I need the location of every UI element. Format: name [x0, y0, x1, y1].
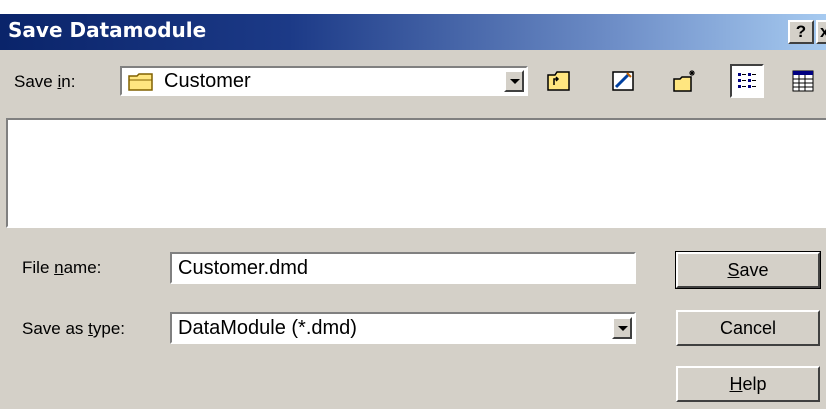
dialog-title: Save Datamodule [8, 18, 207, 42]
close-icon: x [820, 22, 826, 41]
favorites-button[interactable] [606, 64, 640, 98]
favorites-icon [612, 71, 634, 91]
list-view-icon [738, 73, 756, 88]
up-one-level-button[interactable] [542, 64, 576, 98]
save-as-type-dropdown-button[interactable] [612, 317, 632, 339]
save-in-combo[interactable]: Customer [120, 66, 528, 96]
new-folder-icon [673, 70, 695, 92]
save-as-type-value: DataModule (*.dmd) [178, 317, 357, 339]
folder-icon [128, 72, 154, 97]
new-folder-button[interactable] [668, 64, 702, 98]
help-title-button[interactable]: ? [788, 20, 814, 44]
file-name-value: Customer.dmd [178, 257, 309, 279]
up-one-level-icon [547, 71, 570, 91]
file-name-label: File name: [22, 258, 102, 277]
save-button[interactable]: Save [675, 251, 821, 289]
save-as-type-label: Save as type: [22, 319, 126, 338]
close-title-button[interactable]: x [816, 20, 826, 44]
cancel-button[interactable]: Cancel [676, 310, 820, 346]
details-view-button[interactable] [786, 64, 820, 98]
details-view-icon [792, 70, 814, 92]
file-name-input[interactable]: Customer.dmd [170, 252, 636, 284]
save-as-type-combo[interactable]: DataModule (*.dmd) [170, 312, 636, 344]
file-list[interactable] [6, 118, 826, 228]
title-bar[interactable]: Save Datamodule ? x [0, 14, 826, 50]
question-icon: ? [795, 22, 807, 41]
save-in-value: Customer [164, 70, 251, 92]
help-button[interactable]: Help [676, 366, 820, 402]
list-view-button[interactable] [730, 64, 764, 98]
save-in-dropdown-button[interactable] [504, 70, 524, 92]
top-strip [0, 0, 826, 14]
save-in-label: Save in: [14, 72, 76, 91]
save-dialog: Save Datamodule ? x Save in: Customer Fi… [0, 0, 826, 409]
